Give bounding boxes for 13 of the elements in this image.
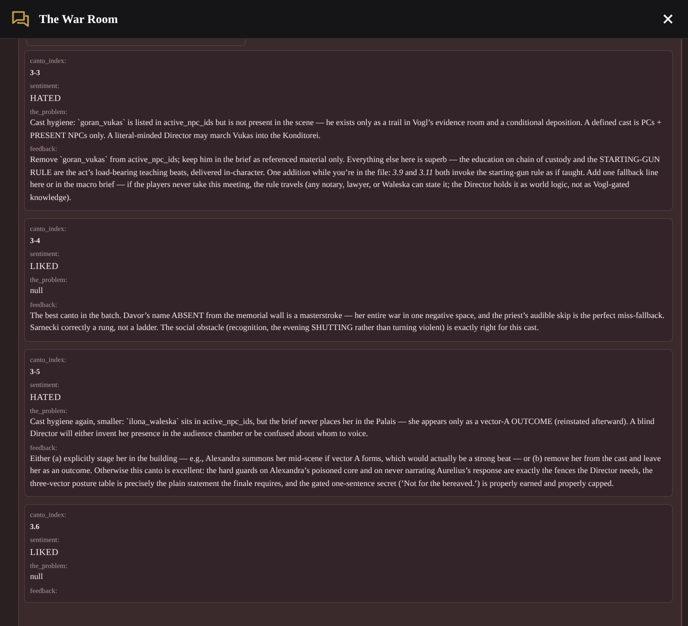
sentiment-value: HATED	[30, 92, 62, 105]
field-value: Cast hygiene: `goran_vukas` is listed in active_npc_ids but is not present in the scene — he exists only as a trail in Vogl’s evidence room and a conditional deposition. A defined cast is PCs + PRESENT NPCs only. A literal-minded Director may march Vukas into the Konditorei.	[30, 117, 662, 142]
field-value: The best canto in the batch. Davor’s name ABSENT from the memorial wall is a masterstroke — her entire war in one negative space, and the priest’s audible skip is the perfect miss-fallback. Sarnecki correctly a rung, not a ladder. The social obstacle (recognition, the evening SHUTTING rather than turning violent) is exactly right for this cast.	[30, 310, 666, 334]
chat-icon	[12, 11, 30, 27]
field-value: Cast hygiene again, smaller: `ilona_waleska` sits in active_npc_ids, but the brief never places her in the Palais — she appears only as a vector-A OUTCOME (reinstated afterward). A blind Director will either invent her presence in the audience chamber or be confused about whom to voice.	[30, 416, 656, 440]
field-value: null	[30, 285, 44, 297]
field-value: Either (a) explicitly stage her in the building — e.g., Alexandra summons her mid-scene if vector A forms, which would actually be a strong beat — or (b) remove her from the cast and leave her as an outcome. Otherwise this canto is excellent: the hard guards on Alexandra’s poisoned core and on never narrating Aurelius’s response are exactly the fences the Director needs, the three-vector posture table is precisely the plain statement the finale requires, and the gated one-sentence secret (’Not for the bereaved.’) is properly earned and properly capped.	[30, 452, 662, 490]
window-title: The War Room	[39, 12, 119, 26]
sentiment-value: HATED	[30, 390, 62, 404]
field-value: null	[30, 571, 44, 583]
sentiment-value: LIKED	[30, 546, 60, 559]
field-value: Remove `goran_vukas` from active_npc_ids; keep him in the brief as referenced material only. Everything else here is superb — the education on chain of custody and the STARTING-GUN RULE are the act’s load-bearing teaching beats, delivered in-character. One addition while you’re in the file: 3.9 and 3.11 both invoke the starting-gun rule as if taught. Add one fallback line here or in the macro brief — if the players never take this meeting, the rule travels (any notary, lawyer, or Waleska can state it; the Director holds it as world logic, not as Vogl-gated knowledge).	[30, 154, 662, 204]
sentiment-value: LIKED	[30, 260, 60, 273]
